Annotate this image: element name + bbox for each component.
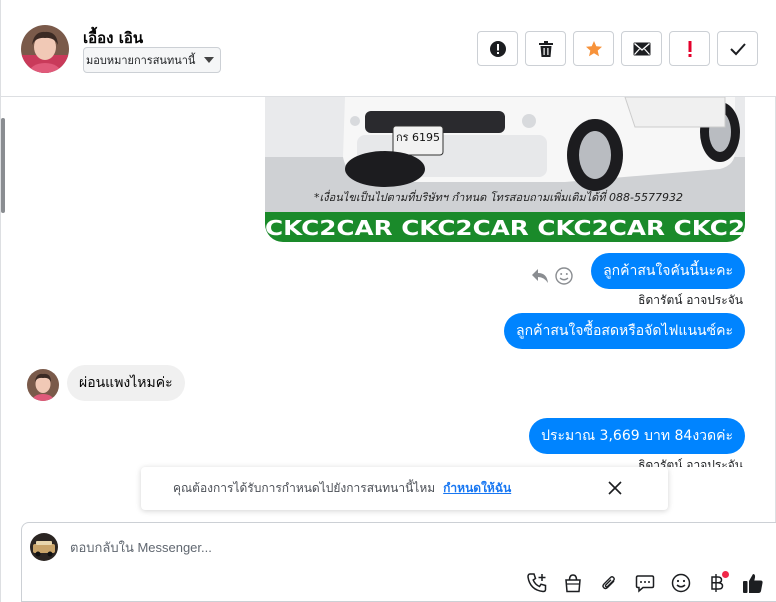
message-hover-tools bbox=[531, 267, 573, 285]
like-button[interactable] bbox=[741, 571, 765, 595]
alert-circle-icon bbox=[489, 40, 506, 57]
shopping-bag-icon bbox=[565, 574, 581, 593]
exclamation-icon bbox=[688, 40, 691, 57]
delete-button[interactable] bbox=[525, 31, 566, 66]
message-thread: กร 6195 *เงื่อนไขเป็นไปตามที่บริษัทฯ กำห… bbox=[1, 97, 776, 467]
saved-replies-button[interactable] bbox=[633, 571, 657, 595]
chevron-down-icon bbox=[204, 57, 214, 63]
phone-plus-icon bbox=[527, 573, 547, 593]
page-avatar bbox=[30, 533, 58, 561]
paperclip-icon bbox=[602, 576, 615, 590]
sender-name: ธิดารัตน์ อาจประจัน bbox=[638, 458, 743, 467]
incoming-message[interactable]: ผ่อนแพงไหมค่ะ bbox=[67, 365, 185, 401]
assign-notice-banner: คุณต้องการได้รับการกำหนดไปยังการสนทนานี้… bbox=[141, 467, 668, 510]
assign-dropdown-label: มอบหมายการสนทนานี้ bbox=[86, 54, 196, 67]
reply-input[interactable] bbox=[70, 533, 670, 561]
attach-button[interactable] bbox=[597, 571, 621, 595]
messenger-conversation-panel: เอื้อง เอิน มอบหมายการสนทนานี้ กร 6195 *… bbox=[0, 0, 776, 602]
thumbs-up-icon bbox=[743, 574, 763, 593]
chat-bubble-icon bbox=[635, 575, 655, 593]
star-icon bbox=[585, 40, 602, 56]
emoji-react-icon[interactable] bbox=[555, 267, 573, 285]
conversation-header: เอื้อง เอิน มอบหมายการสนทนานี้ bbox=[1, 0, 776, 97]
done-button[interactable] bbox=[717, 31, 758, 66]
contact-avatar[interactable] bbox=[21, 25, 69, 73]
trash-icon bbox=[538, 40, 553, 57]
car-photo-attachment[interactable]: กร 6195 *เงื่อนไขเป็นไปตามที่บริษัทฯ กำห… bbox=[265, 97, 745, 242]
emoji-button[interactable] bbox=[669, 571, 693, 595]
spam-button[interactable] bbox=[477, 31, 518, 66]
conversation-actions bbox=[477, 31, 758, 66]
notification-dot bbox=[722, 571, 729, 578]
assign-to-me-link[interactable]: กำหนดให้ฉัน bbox=[443, 479, 511, 498]
envelope-icon bbox=[633, 42, 650, 55]
outgoing-message[interactable]: ลูกค้าสนใจคันนี้นะคะ bbox=[591, 253, 745, 289]
sender-name: ธิดารัตน์ อาจประจัน bbox=[638, 293, 743, 307]
promo-caption: *เงื่อนไขเป็นไปตามที่บริษัทฯ กำหนด โทรสอ… bbox=[314, 189, 683, 204]
outgoing-message[interactable]: ประมาณ 3,669 บาท 84งวดค่ะ bbox=[529, 418, 745, 454]
star-button[interactable] bbox=[573, 31, 614, 66]
follow-up-button[interactable] bbox=[669, 31, 710, 66]
shop-button[interactable] bbox=[561, 571, 585, 595]
composer-toolbar bbox=[525, 571, 765, 595]
reply-icon[interactable] bbox=[531, 268, 549, 284]
assign-conversation-dropdown[interactable]: มอบหมายการสนทนานี้ bbox=[83, 47, 221, 73]
check-icon bbox=[729, 42, 746, 55]
reply-composer bbox=[21, 522, 776, 602]
license-plate: กร 6195 bbox=[396, 131, 440, 144]
outgoing-message[interactable]: ลูกค้าสนใจซื้อสดหรือจัดไฟแนนซ์คะ bbox=[504, 313, 745, 349]
assign-notice-text: คุณต้องการได้รับการกำหนดไปยังการสนทนานี้… bbox=[173, 481, 436, 495]
mark-unread-button[interactable] bbox=[621, 31, 662, 66]
payment-button[interactable] bbox=[705, 571, 729, 595]
promo-banner: CKC2CAR CKC2CAR CKC2CAR CKC2 bbox=[265, 216, 745, 240]
close-icon[interactable] bbox=[606, 479, 624, 497]
call-button[interactable] bbox=[525, 571, 549, 595]
smiley-icon bbox=[671, 573, 691, 593]
contact-avatar-small bbox=[27, 369, 59, 401]
